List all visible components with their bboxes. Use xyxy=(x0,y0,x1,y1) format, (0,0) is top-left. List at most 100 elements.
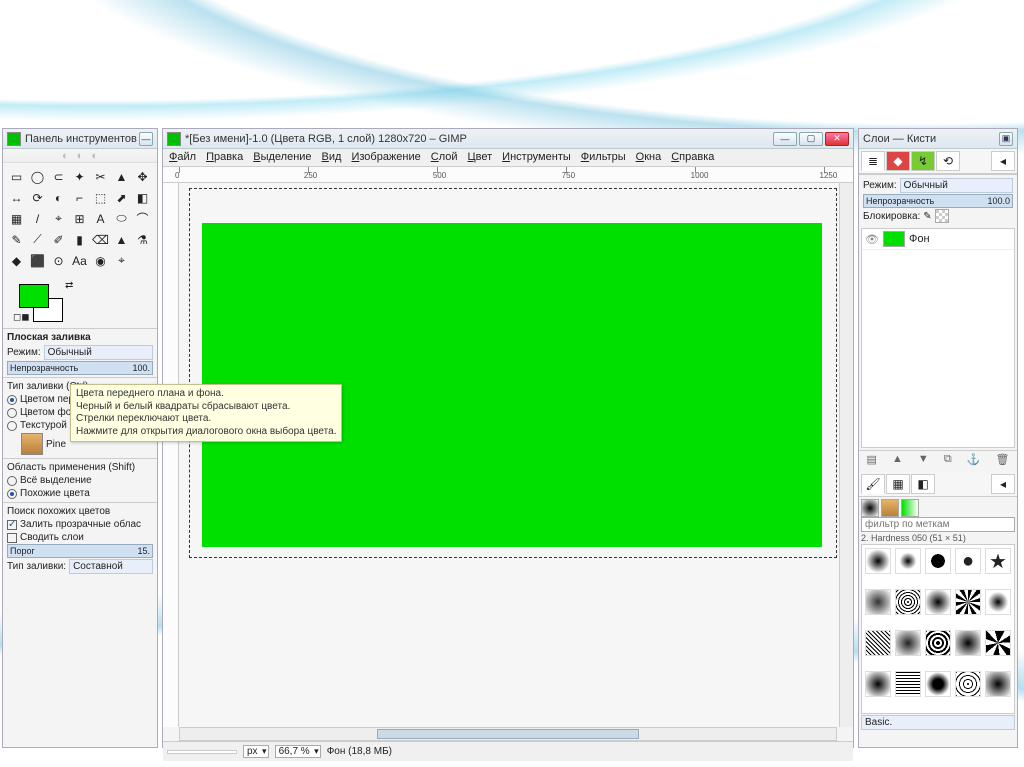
tool-31[interactable]: Aa xyxy=(70,251,89,270)
tab-gradients[interactable]: ◧ xyxy=(911,474,935,494)
brush-5[interactable] xyxy=(865,589,891,615)
tool-4[interactable]: ✂ xyxy=(91,167,110,186)
tool-28[interactable]: ◆ xyxy=(7,251,26,270)
menu-цвет[interactable]: Цвет xyxy=(468,151,493,164)
tool-1[interactable]: ◯ xyxy=(28,167,47,186)
brush-7[interactable] xyxy=(925,589,951,615)
tab-brushes[interactable]: 🖌 xyxy=(861,474,885,494)
brush-grid[interactable]: ●★ xyxy=(861,544,1015,714)
tab-layers[interactable]: ≣ xyxy=(861,151,885,171)
tab-patterns[interactable]: ▦ xyxy=(886,474,910,494)
brush-8[interactable] xyxy=(955,589,981,615)
duplicate-layer-icon[interactable]: ⧉ xyxy=(944,453,952,466)
unit-dropdown[interactable]: px xyxy=(243,745,269,758)
tool-8[interactable]: ⟳ xyxy=(28,188,47,207)
layer-mode-dropdown[interactable]: Обычный xyxy=(900,178,1013,193)
tab-menu-icon[interactable]: ◂ xyxy=(991,151,1015,171)
new-layer-icon[interactable]: ▤ xyxy=(867,453,877,466)
tool-24[interactable]: ▮ xyxy=(70,230,89,249)
tool-14[interactable]: ▦ xyxy=(7,209,26,228)
brush-preset-dropdown[interactable]: Basic. xyxy=(861,715,1015,730)
color-swatch[interactable]: ◻◼ ⇄ xyxy=(13,278,157,328)
tool-2[interactable]: ⊂ xyxy=(49,167,68,186)
menu-файл[interactable]: Файл xyxy=(169,151,196,164)
brush-9[interactable] xyxy=(985,589,1011,615)
foreground-color[interactable] xyxy=(19,284,49,308)
raise-layer-icon[interactable]: ▲ xyxy=(892,453,903,466)
brush-14[interactable] xyxy=(985,630,1011,656)
layer-name[interactable]: Фон xyxy=(909,233,930,245)
brush-16[interactable] xyxy=(895,671,921,697)
tool-23[interactable]: ✐ xyxy=(49,230,68,249)
menu-окна[interactable]: Окна xyxy=(636,151,662,164)
brush-18[interactable] xyxy=(955,671,981,697)
tool-6[interactable]: ✥ xyxy=(133,167,152,186)
vertical-ruler[interactable] xyxy=(163,183,179,727)
tab-undo[interactable]: ⟲ xyxy=(936,151,960,171)
tool-32[interactable]: ◉ xyxy=(91,251,110,270)
canvas-area[interactable] xyxy=(179,183,839,727)
fill-mode-dropdown[interactable]: Составной xyxy=(69,559,153,574)
tool-13[interactable]: ◧ xyxy=(133,188,152,207)
tool-16[interactable]: ⌖ xyxy=(49,209,68,228)
scrollbar-thumb[interactable] xyxy=(377,729,639,739)
tool-19[interactable]: ⬭ xyxy=(112,209,131,228)
menu-правка[interactable]: Правка xyxy=(206,151,243,164)
tool-20[interactable]: ⌒ xyxy=(133,209,152,228)
tool-12[interactable]: ⬈ xyxy=(112,188,131,207)
minimize-button[interactable]: — xyxy=(139,132,153,146)
tool-11[interactable]: ⬚ xyxy=(91,188,110,207)
tool-18[interactable]: A xyxy=(91,209,110,228)
layer-opacity-slider[interactable]: Непрозрачность 100.0 xyxy=(863,194,1013,208)
brush-19[interactable] xyxy=(985,671,1011,697)
brush-3[interactable]: ● xyxy=(955,548,981,574)
lock-pixels-icon[interactable]: ✎ xyxy=(923,211,931,222)
dock-titlebar[interactable]: Слои — Кисти ▣ xyxy=(859,129,1017,149)
tool-33[interactable]: ⌖ xyxy=(112,251,131,270)
horizontal-ruler[interactable]: 025050075010001250 xyxy=(163,167,853,183)
tool-26[interactable]: ▲ xyxy=(112,230,131,249)
tool-5[interactable]: ▲ xyxy=(112,167,131,186)
apply-all-option[interactable]: Всё выделение xyxy=(7,474,153,487)
reset-colors-icon[interactable]: ◻◼ xyxy=(13,312,30,323)
tool-29[interactable]: ⬛ xyxy=(28,251,47,270)
tool-17[interactable]: ⊞ xyxy=(70,209,89,228)
layer-list[interactable]: 👁 Фон xyxy=(861,228,1015,448)
brush-6[interactable] xyxy=(895,589,921,615)
threshold-slider[interactable]: Порог 15. xyxy=(7,544,153,558)
swap-colors-icon[interactable]: ⇄ xyxy=(65,280,73,291)
brush-15[interactable] xyxy=(865,671,891,697)
brush-preview[interactable] xyxy=(861,499,879,517)
menu-изображение[interactable]: Изображение xyxy=(351,151,420,164)
menu-слой[interactable]: Слой xyxy=(431,151,458,164)
tool-0[interactable]: ▭ xyxy=(7,167,26,186)
mode-dropdown[interactable]: Обычный xyxy=(44,345,153,360)
tool-7[interactable]: ↔ xyxy=(7,188,26,207)
maximize-button[interactable]: ▢ xyxy=(799,132,823,146)
tool-21[interactable]: ✎ xyxy=(7,230,26,249)
delete-layer-icon[interactable]: 🗑 xyxy=(996,453,1010,466)
toolbox-titlebar[interactable]: Панель инструментов — ... — xyxy=(3,129,157,149)
tool-15[interactable]: / xyxy=(28,209,47,228)
brush-13[interactable] xyxy=(955,630,981,656)
tool-22[interactable]: ⟋ xyxy=(28,230,47,249)
brush-1[interactable] xyxy=(895,548,921,574)
menu-вид[interactable]: Вид xyxy=(322,151,342,164)
tool-9[interactable]: ◐ xyxy=(49,188,68,207)
tool-30[interactable]: ⊙ xyxy=(49,251,68,270)
fill-transparent-check[interactable]: Залить прозрачные облас xyxy=(7,518,153,531)
brush-4[interactable]: ★ xyxy=(985,548,1011,574)
apply-similar-option[interactable]: Похожие цвета xyxy=(7,487,153,500)
layer-thumbnail[interactable] xyxy=(883,231,905,247)
menu-инструменты[interactable]: Инструменты xyxy=(502,151,571,164)
layer-row[interactable]: 👁 Фон xyxy=(862,229,1014,250)
horizontal-scrollbar[interactable] xyxy=(179,727,837,741)
image-titlebar[interactable]: *[Без имени]-1.0 (Цвета RGB, 1 слой) 128… xyxy=(163,129,853,149)
zoom-dropdown[interactable]: 66,7 % xyxy=(275,745,321,758)
minimize-button[interactable]: ▣ xyxy=(999,132,1013,146)
pattern-preview[interactable] xyxy=(881,499,899,517)
brush-12[interactable] xyxy=(925,630,951,656)
brush-10[interactable] xyxy=(865,630,891,656)
lock-alpha-icon[interactable] xyxy=(935,209,949,223)
tab-menu-icon[interactable]: ◂ xyxy=(991,474,1015,494)
